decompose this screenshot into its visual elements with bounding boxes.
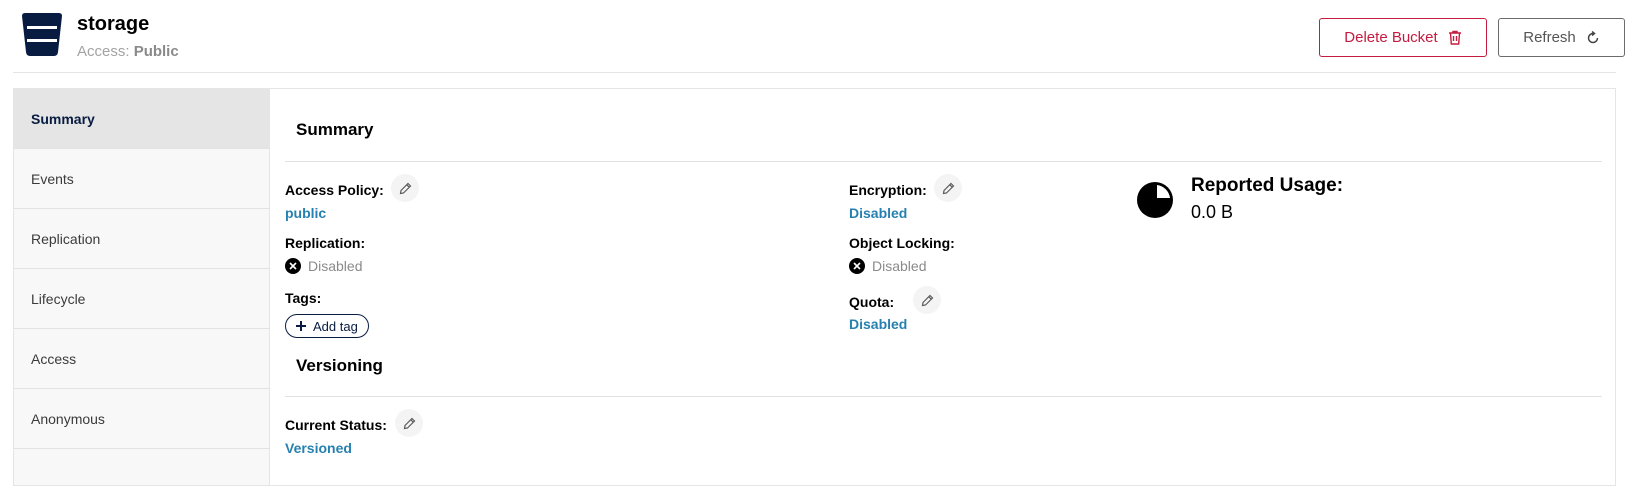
refresh-label: Refresh xyxy=(1523,29,1576,46)
delete-bucket-button[interactable]: Delete Bucket xyxy=(1319,18,1487,57)
summary-content: Summary Access Policy: public Replicatio… xyxy=(270,89,1615,485)
versioning-title: Versioning xyxy=(296,356,383,375)
tags-label: Tags: xyxy=(285,290,322,306)
versioning-divider xyxy=(285,396,1602,397)
pencil-icon xyxy=(403,417,415,429)
sidebar-item-label: Anonymous xyxy=(31,410,105,427)
sidebar-item-label: Summary xyxy=(31,110,95,127)
replication-label: Replication: xyxy=(285,235,366,251)
quota-label: Quota: xyxy=(849,294,895,310)
plus-icon xyxy=(296,321,306,331)
bucket-sidebar: Summary Events Replication Lifecycle Acc… xyxy=(14,89,270,485)
pie-chart-icon xyxy=(1137,182,1173,218)
pencil-icon xyxy=(921,294,933,306)
add-tag-label: Add tag xyxy=(313,318,358,334)
access-value: Public xyxy=(133,43,179,60)
replication-value: Disabled xyxy=(308,258,363,274)
sidebar-item-events[interactable]: Events xyxy=(14,149,269,209)
bucket-details-panel: Summary Events Replication Lifecycle Acc… xyxy=(13,88,1616,486)
sidebar-item-access[interactable]: Access xyxy=(14,329,269,389)
reported-usage-label: Reported Usage: xyxy=(1191,175,1344,196)
sidebar-item-lifecycle[interactable]: Lifecycle xyxy=(14,269,269,329)
object-locking-status: Disabled xyxy=(849,258,926,274)
edit-access-policy-button[interactable] xyxy=(391,174,419,202)
pencil-icon xyxy=(399,182,411,194)
edit-encryption-button[interactable] xyxy=(934,174,962,202)
bucket-icon xyxy=(22,13,62,56)
trash-icon xyxy=(1448,30,1461,45)
edit-versioning-button[interactable] xyxy=(395,409,423,437)
object-locking-label: Object Locking: xyxy=(849,235,955,251)
current-status-value[interactable]: Versioned xyxy=(285,440,352,456)
sidebar-item-label: Replication xyxy=(31,230,101,247)
object-locking-value: Disabled xyxy=(872,258,927,274)
delete-bucket-label: Delete Bucket xyxy=(1344,29,1438,46)
bucket-name: storage xyxy=(77,13,150,35)
sidebar-item-label: Events xyxy=(31,170,74,187)
refresh-button[interactable]: Refresh xyxy=(1498,18,1625,57)
access-policy-label: Access Policy: xyxy=(285,182,384,198)
add-tag-button[interactable]: Add tag xyxy=(285,314,369,338)
quota-value[interactable]: Disabled xyxy=(849,316,907,332)
pencil-icon xyxy=(942,182,954,194)
sidebar-item-summary[interactable]: Summary xyxy=(14,89,269,149)
sidebar-item-label: Lifecycle xyxy=(31,290,86,307)
x-circle-icon xyxy=(285,258,301,274)
refresh-icon xyxy=(1587,30,1599,43)
summary-divider xyxy=(285,161,1602,162)
x-circle-icon xyxy=(849,258,865,274)
encryption-value[interactable]: Disabled xyxy=(849,205,907,221)
replication-status: Disabled xyxy=(285,258,362,274)
access-prefix: Access: xyxy=(77,43,130,60)
access-policy-value[interactable]: public xyxy=(285,205,326,221)
bucket-header: storage Access: Public Delete Bucket Ref… xyxy=(13,0,1625,73)
sidebar-item-label: Access xyxy=(31,350,77,367)
access-info: Access: Public xyxy=(77,43,179,60)
edit-quota-button[interactable] xyxy=(913,286,941,314)
sidebar-item-anonymous[interactable]: Anonymous xyxy=(14,389,269,449)
encryption-label: Encryption: xyxy=(849,182,927,198)
sidebar-item-replication[interactable]: Replication xyxy=(14,209,269,269)
current-status-label: Current Status: xyxy=(285,417,387,433)
summary-title: Summary xyxy=(296,120,374,139)
reported-usage-value: 0.0 B xyxy=(1191,202,1234,222)
